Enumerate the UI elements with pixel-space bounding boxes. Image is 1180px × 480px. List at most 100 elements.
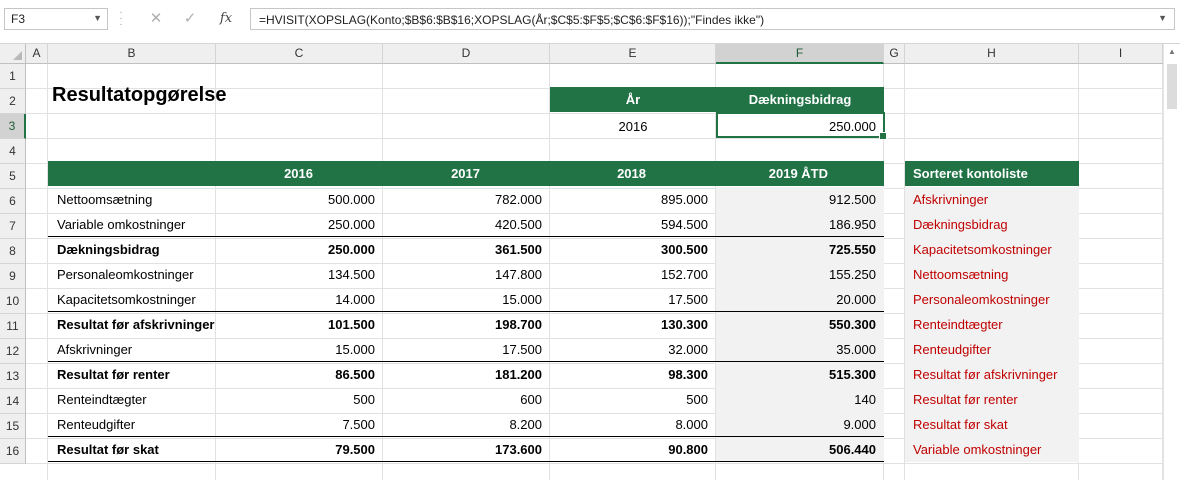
vertical-scrollbar[interactable]: ▲ xyxy=(1163,44,1180,480)
value-cell[interactable]: 300.500 xyxy=(550,237,716,262)
value-cell[interactable]: 361.500 xyxy=(383,237,550,262)
value-cell[interactable]: 15.000 xyxy=(383,287,550,312)
sorted-list-item[interactable]: Nettoomsætning xyxy=(905,262,1079,287)
value-cell[interactable]: 101.500 xyxy=(216,312,383,337)
row-label[interactable]: Afskrivninger xyxy=(48,337,216,362)
column-header-h[interactable]: H xyxy=(905,44,1079,64)
row-label[interactable]: Resultat før afskrivninger xyxy=(48,312,216,337)
row-label[interactable]: Dækningsbidrag xyxy=(48,237,216,262)
value-cell[interactable]: 500 xyxy=(216,387,383,412)
row-header-10[interactable]: 10 xyxy=(0,289,26,314)
row-header-15[interactable]: 15 xyxy=(0,414,26,439)
sorted-list-item[interactable]: Renteindtægter xyxy=(905,312,1079,337)
value-cell[interactable]: 198.700 xyxy=(383,312,550,337)
active-cell-selection[interactable] xyxy=(716,112,887,140)
row-header-7[interactable]: 7 xyxy=(0,214,26,239)
value-cell[interactable]: 15.000 xyxy=(216,337,383,362)
value-cell[interactable]: 90.800 xyxy=(550,437,716,462)
value-cell[interactable]: 17.500 xyxy=(550,287,716,312)
value-cell[interactable]: 86.500 xyxy=(216,362,383,387)
insert-function-icon[interactable]: fx xyxy=(216,9,236,29)
value-cell[interactable]: 130.300 xyxy=(550,312,716,337)
row-label[interactable]: Variable omkostninger xyxy=(48,212,216,237)
value-cell[interactable]: 782.000 xyxy=(383,187,550,212)
row-header-11[interactable]: 11 xyxy=(0,314,26,339)
column-header-f[interactable]: F xyxy=(716,44,884,64)
value-cell[interactable]: 500.000 xyxy=(216,187,383,212)
value-cell[interactable]: 14.000 xyxy=(216,287,383,312)
row-header-8[interactable]: 8 xyxy=(0,239,26,264)
value-cell[interactable]: 173.600 xyxy=(383,437,550,462)
value-cell[interactable]: 7.500 xyxy=(216,412,383,437)
value-cell[interactable]: 600 xyxy=(383,387,550,412)
sorted-list-item[interactable]: Renteudgifter xyxy=(905,337,1079,362)
value-cell[interactable]: 9.000 xyxy=(716,412,884,437)
value-cell[interactable]: 250.000 xyxy=(216,237,383,262)
row-label[interactable]: Personaleomkostninger xyxy=(48,262,216,287)
expand-formula-icon[interactable]: ▼ xyxy=(1158,13,1167,23)
value-cell[interactable]: 420.500 xyxy=(383,212,550,237)
row-header-12[interactable]: 12 xyxy=(0,339,26,364)
value-cell[interactable]: 500 xyxy=(550,387,716,412)
chevron-down-icon[interactable]: ▼ xyxy=(93,13,102,23)
value-cell[interactable]: 155.250 xyxy=(716,262,884,287)
sorted-list-item[interactable]: Resultat før skat xyxy=(905,412,1079,437)
row-header-3[interactable]: 3 xyxy=(0,114,26,139)
value-cell[interactable]: 35.000 xyxy=(716,337,884,362)
column-header-a[interactable]: A xyxy=(26,44,48,64)
sorted-list-item[interactable]: Personaleomkostninger xyxy=(905,287,1079,312)
row-header-6[interactable]: 6 xyxy=(0,189,26,214)
row-label[interactable]: Resultat før renter xyxy=(48,362,216,387)
value-cell[interactable]: 186.950 xyxy=(716,212,884,237)
formula-input[interactable]: =HVISIT(XOPSLAG(Konto;$B$6:$B$16;XOPSLAG… xyxy=(250,8,1175,30)
row-header-1[interactable]: 1 xyxy=(0,64,26,89)
value-cell[interactable]: 8.200 xyxy=(383,412,550,437)
row-label[interactable]: Resultat før skat xyxy=(48,437,216,462)
value-cell[interactable]: 594.500 xyxy=(550,212,716,237)
column-header-c[interactable]: C xyxy=(216,44,383,64)
value-cell[interactable]: 79.500 xyxy=(216,437,383,462)
row-header-5[interactable]: 5 xyxy=(0,164,26,189)
value-cell[interactable]: 140 xyxy=(716,387,884,412)
sorted-list-item[interactable]: Resultat før afskrivninger xyxy=(905,362,1079,387)
sorted-list-item[interactable]: Resultat før renter xyxy=(905,387,1079,412)
row-label[interactable]: Renteudgifter xyxy=(48,412,216,437)
value-cell[interactable]: 515.300 xyxy=(716,362,884,387)
scroll-thumb[interactable] xyxy=(1167,64,1177,109)
value-cell[interactable]: 32.000 xyxy=(550,337,716,362)
enter-icon[interactable]: ✓ xyxy=(180,9,200,29)
row-header-9[interactable]: 9 xyxy=(0,264,26,289)
column-header-d[interactable]: D xyxy=(383,44,550,64)
value-cell[interactable]: 147.800 xyxy=(383,262,550,287)
value-cell[interactable]: 98.300 xyxy=(550,362,716,387)
sorted-list-item[interactable]: Variable omkostninger xyxy=(905,437,1079,462)
sorted-list-item[interactable]: Dækningsbidrag xyxy=(905,212,1079,237)
value-cell[interactable]: 550.300 xyxy=(716,312,884,337)
row-header-13[interactable]: 13 xyxy=(0,364,26,389)
row-header-4[interactable]: 4 xyxy=(0,139,26,164)
row-header-16[interactable]: 16 xyxy=(0,439,26,464)
row-header-2[interactable]: 2 xyxy=(0,89,26,114)
row-label[interactable]: Nettoomsætning xyxy=(48,187,216,212)
column-header-e[interactable]: E xyxy=(550,44,716,64)
value-cell[interactable]: 912.500 xyxy=(716,187,884,212)
value-cell[interactable]: 181.200 xyxy=(383,362,550,387)
row-label[interactable]: Renteindtægter xyxy=(48,387,216,412)
value-cell[interactable]: 250.000 xyxy=(216,212,383,237)
value-cell[interactable]: 895.000 xyxy=(550,187,716,212)
value-cell[interactable]: 725.550 xyxy=(716,237,884,262)
row-label[interactable]: Kapacitetsomkostninger xyxy=(48,287,216,312)
select-all-button[interactable] xyxy=(0,44,26,64)
column-header-i[interactable]: I xyxy=(1079,44,1163,64)
drag-handle-icon[interactable]: · · · xyxy=(118,8,124,30)
column-header-b[interactable]: B xyxy=(48,44,216,64)
value-cell[interactable]: 506.440 xyxy=(716,437,884,462)
row-header-14[interactable]: 14 xyxy=(0,389,26,414)
scroll-up-icon[interactable]: ▲ xyxy=(1168,47,1176,56)
cancel-icon[interactable]: ✕ xyxy=(146,9,166,29)
column-header-g[interactable]: G xyxy=(884,44,905,64)
sorted-list-item[interactable]: Kapacitetsomkostninger xyxy=(905,237,1079,262)
lookup-year-input[interactable]: 2016 xyxy=(550,114,716,139)
name-box[interactable]: F3 ▼ xyxy=(4,8,108,30)
value-cell[interactable]: 152.700 xyxy=(550,262,716,287)
